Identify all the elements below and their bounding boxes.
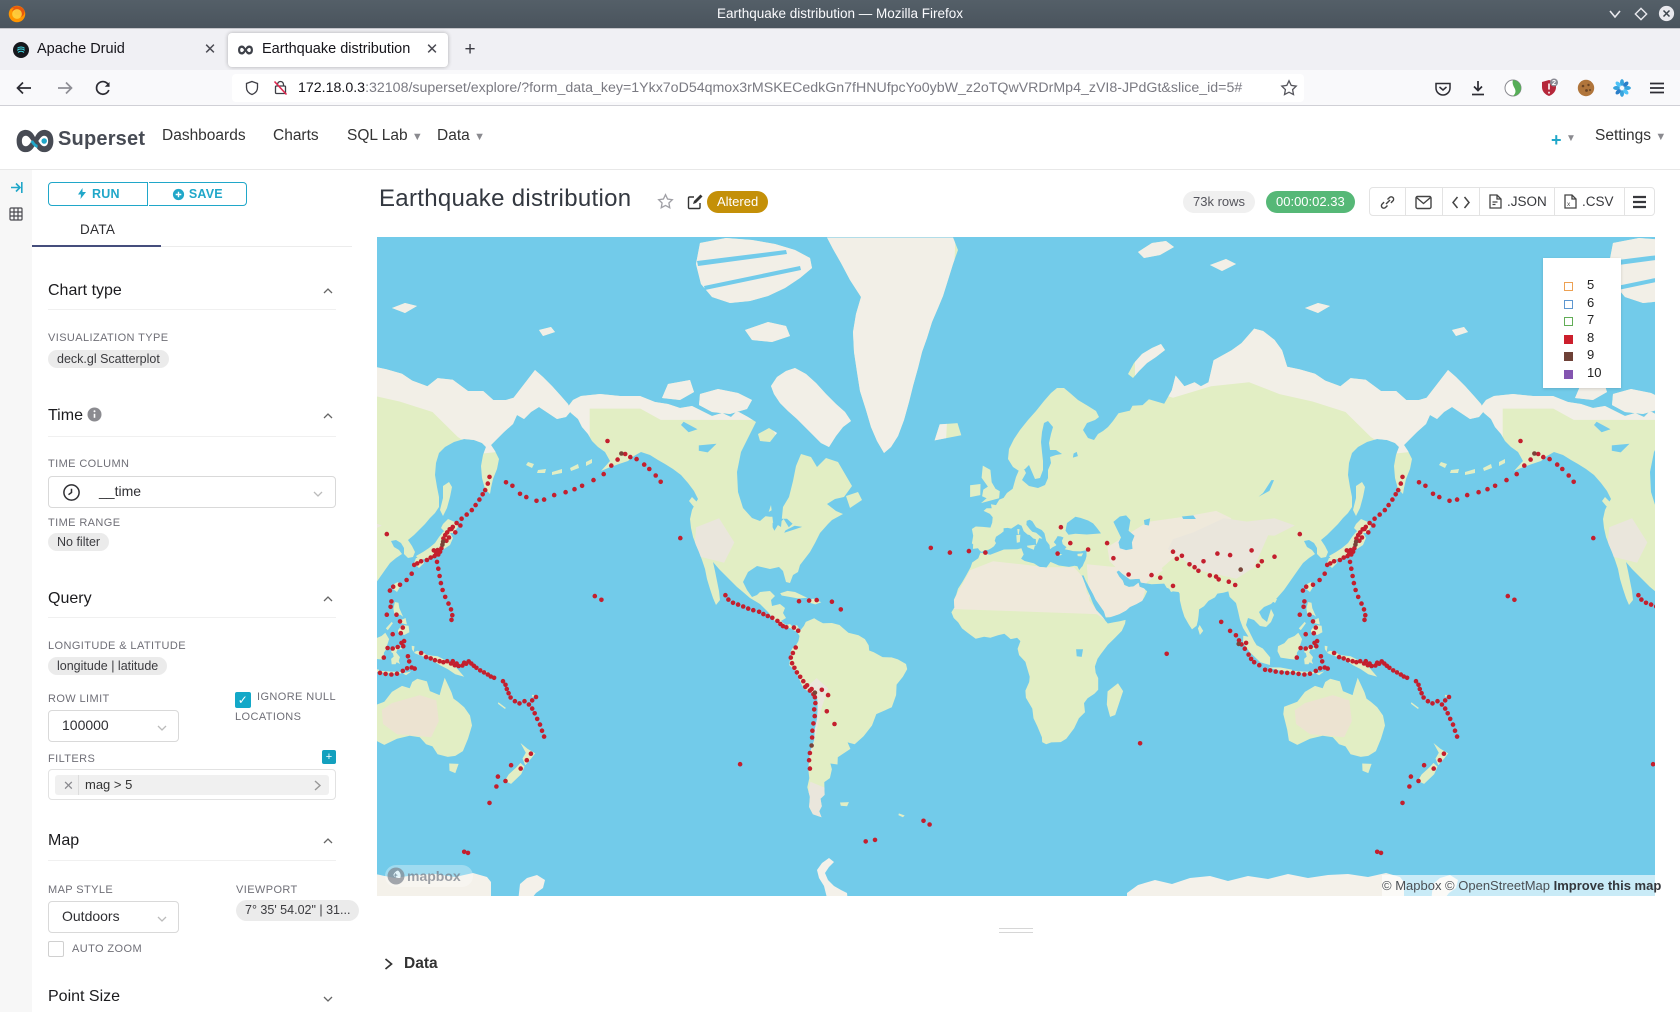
svg-text:2: 2 [1552, 78, 1556, 87]
svg-text:x: x [1567, 201, 1571, 208]
svg-text:mapbox: mapbox [407, 868, 461, 884]
